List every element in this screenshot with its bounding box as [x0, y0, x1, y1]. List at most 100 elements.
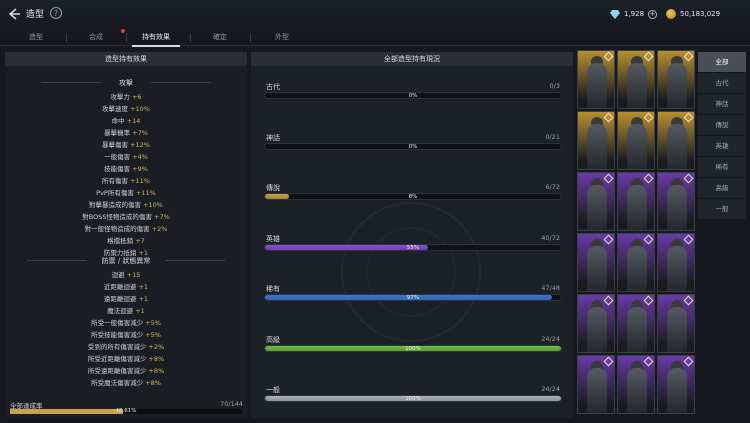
tab-divider	[250, 33, 251, 42]
costume-card[interactable]	[657, 111, 695, 170]
divider-line	[151, 82, 211, 83]
costume-card[interactable]	[577, 111, 615, 170]
page-title: 造型	[26, 10, 45, 20]
stat-row: 對擊暴造成的傷害 +10%	[5, 199, 247, 209]
gold-coin-icon	[666, 9, 676, 19]
filter-item[interactable]: 古代	[698, 73, 746, 93]
stat-row: 迴避 +15	[5, 269, 247, 279]
help-icon[interactable]: ?	[50, 7, 62, 19]
tab-confirm[interactable]: 確定	[190, 32, 250, 42]
costume-card[interactable]	[617, 294, 655, 353]
stat-row: PvP所有傷害 +11%	[5, 187, 247, 197]
costume-card[interactable]	[577, 355, 615, 414]
stat-name: 對BOSS怪物造成的傷害	[82, 213, 152, 221]
rarity-name: 神話	[266, 133, 280, 142]
costume-card[interactable]	[617, 172, 655, 231]
filter-item[interactable]: 全部	[698, 52, 746, 72]
costume-card[interactable]	[617, 50, 655, 109]
costume-card[interactable]	[617, 355, 655, 414]
costume-card[interactable]	[577, 50, 615, 109]
stat-name: 所受一般傷害減少	[91, 319, 144, 327]
back-arrow-icon[interactable]	[6, 6, 22, 22]
stat-row: 魔法迴避 +1	[5, 305, 247, 315]
character-figure	[627, 124, 647, 169]
tab-synthesis[interactable]: 合成	[66, 32, 126, 42]
filter-item[interactable]: 高級	[698, 178, 746, 198]
achievement-count: 70/144	[220, 400, 243, 408]
add-gems-button[interactable]: +	[648, 9, 658, 19]
rarity-count: 0/3	[549, 82, 560, 90]
stat-row: 所受魔法傷害減少 +8%	[5, 377, 247, 387]
stat-name: 所受近距離傷害減少	[87, 355, 147, 363]
character-figure	[587, 246, 607, 291]
divider-line	[165, 260, 225, 261]
costume-card[interactable]	[657, 355, 695, 414]
stat-value: +8%	[148, 367, 165, 375]
rarity-count: 24/24	[541, 385, 560, 393]
stat-row: 受到的所有傷害減少 +2%	[5, 341, 247, 351]
costume-card[interactable]	[577, 233, 615, 292]
achievement-percent: 48.61%	[115, 408, 137, 414]
stat-row: 命中 +14	[5, 115, 247, 125]
character-figure	[587, 63, 607, 108]
stat-row: 對BOSS怪物造成的傷害 +7%	[5, 211, 247, 221]
stat-row: 所受技能傷害減少 +5%	[5, 329, 247, 339]
character-figure	[667, 63, 687, 108]
collection-status-panel: 全部造型持有現況 古代 0/3 0% 神話 0/21 0% 傳說 6/72 8% 英雄 40/72 5…	[251, 52, 573, 418]
tab-appearance[interactable]: 造型	[6, 32, 66, 42]
costume-card[interactable]	[577, 294, 615, 353]
gem-currency: 1,928 +	[610, 7, 658, 21]
costume-card[interactable]	[577, 172, 615, 231]
rarity-name: 傳說	[266, 184, 280, 192]
stat-row: 暴擊傷害 +12%	[5, 139, 247, 149]
tab-owned-effects[interactable]: 持有效果	[126, 32, 186, 47]
filter-item[interactable]: 英雄	[698, 136, 746, 156]
filter-item[interactable]: 稀有	[698, 157, 746, 177]
rarity-percent: 100%	[405, 396, 421, 402]
tab-exterior[interactable]: 外型	[252, 32, 312, 42]
attack-title-text: 攻擊	[119, 79, 133, 87]
stat-value: +6	[131, 93, 142, 101]
stat-value: +8%	[145, 379, 161, 387]
stat-row: 攻擊力 +6	[5, 91, 247, 101]
stat-name: 攻擊速度	[102, 105, 128, 113]
rarity-percent: 97%	[406, 295, 420, 301]
stat-name: 所受技能傷害減少	[91, 331, 144, 339]
stat-name: 所有傷害	[102, 177, 128, 185]
filter-item[interactable]: 神話	[698, 94, 746, 114]
filter-item[interactable]: 一般	[698, 199, 746, 219]
costume-card[interactable]	[617, 111, 655, 170]
stat-row: 所受近距離傷害減少 +8%	[5, 353, 247, 363]
costume-card[interactable]	[657, 233, 695, 292]
character-figure	[667, 307, 687, 352]
stat-name: 暴擊傷害	[102, 141, 128, 149]
owned-effects-panel: 造型持有效果 攻擊 攻擊力 +6 攻擊速度 +10% 命中 +14 暴擊機率 +7% 暴…	[5, 52, 247, 418]
diamond-icon	[610, 9, 620, 19]
rarity-count: 6/72	[545, 183, 560, 191]
panel-title: 全部造型持有現況	[251, 52, 573, 66]
costume-card[interactable]	[617, 233, 655, 292]
divider-line	[27, 260, 87, 261]
character-figure	[627, 185, 647, 230]
gem-amount: 1,928	[624, 10, 645, 18]
stat-row: 暴擊機率 +7%	[5, 127, 247, 137]
costume-card[interactable]	[657, 172, 695, 231]
rarity-count: 24/24	[541, 334, 560, 343]
stat-name: 所受遠距離傷害減少	[87, 367, 147, 375]
costume-card[interactable]	[657, 294, 695, 353]
gold-amount: 50,183,029	[680, 10, 721, 18]
stat-value: +7%	[154, 213, 170, 221]
filter-item[interactable]: 傳說	[698, 115, 746, 135]
stat-value: +11%	[130, 177, 150, 185]
background-emblem	[366, 227, 456, 317]
stat-value: +14	[126, 117, 141, 125]
rarity-name: 古代	[266, 83, 280, 91]
stat-name: 格擋抵銷	[107, 237, 134, 245]
defense-section-title: 防禦 / 狀態異常	[5, 256, 247, 266]
stat-name: 魔法迴避	[107, 307, 134, 315]
stat-row: 所有傷害 +11%	[5, 175, 247, 185]
stat-value: +5%	[145, 331, 161, 339]
stat-value: +7	[135, 237, 145, 245]
costume-card[interactable]	[657, 50, 695, 109]
notification-dot	[121, 29, 125, 33]
